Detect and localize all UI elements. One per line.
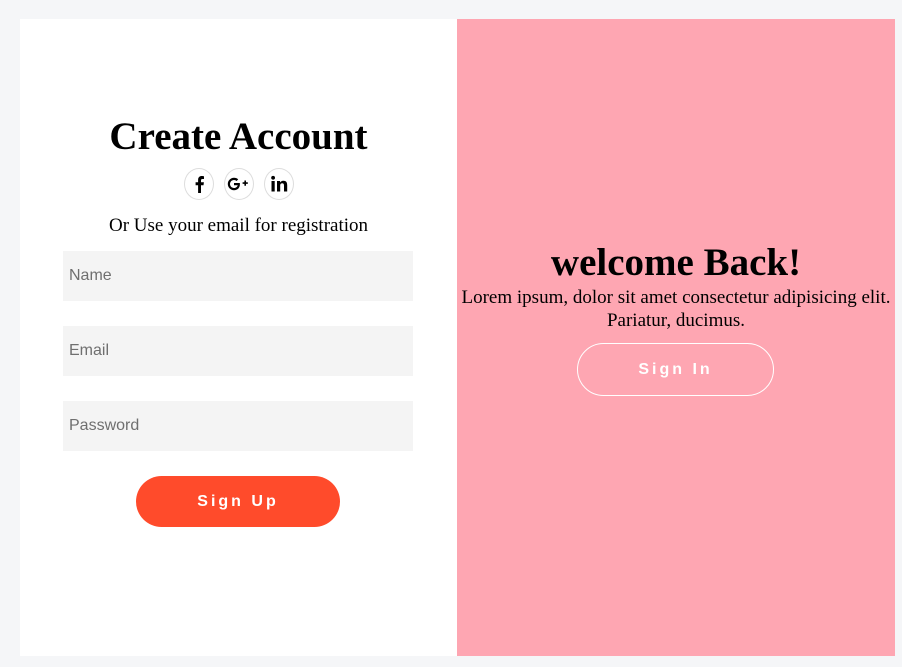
registration-subtitle: Or Use your email for registration [108, 215, 369, 236]
password-input[interactable] [63, 401, 413, 451]
email-input[interactable] [63, 326, 413, 376]
create-account-title: Create Account [109, 115, 368, 158]
facebook-button[interactable] [183, 168, 214, 200]
linkedin-button[interactable] [263, 168, 294, 200]
linkedin-icon [270, 175, 287, 192]
welcome-overlay-panel: welcome Back! Lorem ipsum, dolor sit ame… [457, 19, 895, 656]
welcome-description: Lorem ipsum, dolor sit amet consectetur … [461, 287, 891, 331]
google-plus-icon [227, 177, 248, 191]
sign-in-button[interactable]: Sign In [577, 343, 774, 396]
social-links [20, 168, 457, 200]
name-input[interactable] [63, 251, 413, 301]
welcome-back-title: welcome Back! [550, 241, 802, 284]
sign-up-button[interactable]: Sign Up [136, 476, 340, 527]
google-plus-button[interactable] [223, 168, 254, 200]
signup-panel: Create Account Or Use your email for reg… [20, 19, 457, 656]
auth-card: Create Account Or Use your email for reg… [20, 19, 895, 656]
facebook-icon [195, 176, 204, 193]
